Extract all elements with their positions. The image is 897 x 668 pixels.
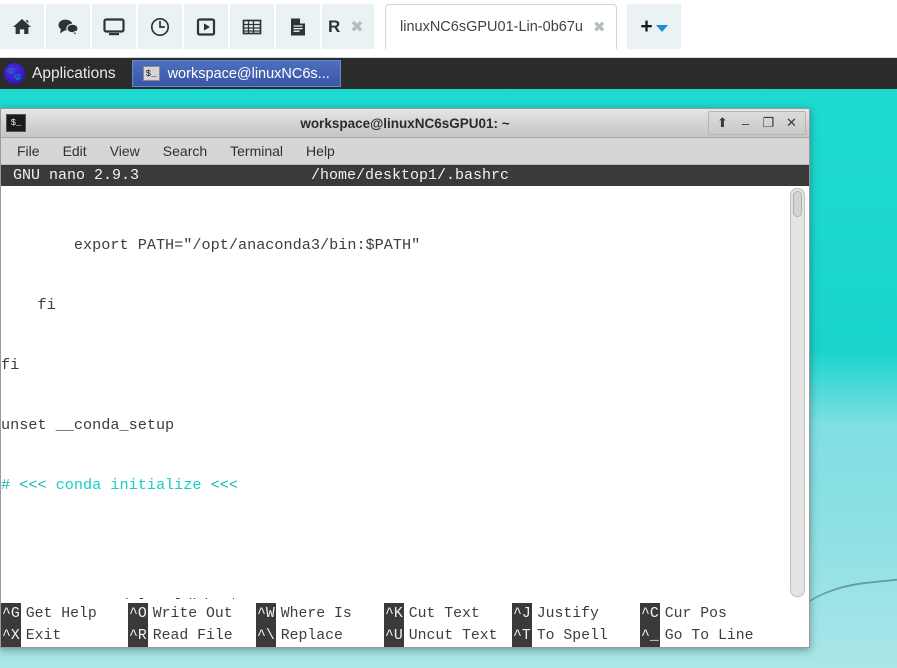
chat-icon <box>57 17 79 37</box>
shortcut-go-to-line[interactable]: ^_ Go To Line <box>640 625 754 647</box>
applications-menu-button[interactable]: 🐾 Applications <box>0 58 126 89</box>
terminal-titlebar[interactable]: $_ workspace@linuxNC6sGPU01: ~ ⬆ – ❐ ✕ <box>1 109 809 138</box>
clock-icon-button[interactable] <box>138 4 184 49</box>
terminal-window: $_ workspace@linuxNC6sGPU01: ~ ⬆ – ❐ ✕ F… <box>0 108 810 648</box>
r-console-close-icon[interactable]: ✖ <box>340 4 374 49</box>
shortcut-justify[interactable]: ^J Justify <box>512 603 640 625</box>
menu-file[interactable]: File <box>9 141 48 161</box>
menu-help[interactable]: Help <box>298 141 343 161</box>
play-box-icon-button[interactable] <box>184 4 230 49</box>
document-tab-close-icon[interactable]: ✖ <box>593 18 606 36</box>
terminal-app-icon: $_ <box>6 114 26 132</box>
code-line: unset __conda_setup <box>1 416 175 434</box>
shortcut-to-spell[interactable]: ^T To Spell <box>512 625 640 647</box>
nano-shortcut-bar: ^G Get Help ^O Write Out ^W Where Is ^K Cut … <box>1 603 785 647</box>
nano-scrollbar[interactable] <box>790 188 805 597</box>
table-icon <box>242 17 262 37</box>
menu-view[interactable]: View <box>102 141 148 161</box>
code-line-comment: # <<< conda initialize <<< <box>1 475 785 495</box>
maximize-button[interactable]: ❐ <box>758 113 779 133</box>
comment-suffix: <<< <box>201 476 238 494</box>
monitor-icon-button[interactable] <box>92 4 138 49</box>
window-controls: ⬆ – ❐ ✕ <box>708 111 806 135</box>
shortcut-cur-pos[interactable]: ^C Cur Pos <box>640 603 727 625</box>
nano-shortcut-row-2: ^X Exit ^R Read File ^\ Replace ^U Uncut Tex… <box>1 625 785 647</box>
taskbar-window-label: workspace@linuxNC6s... <box>167 65 330 82</box>
applications-menu-label: Applications <box>32 64 116 82</box>
nano-scrollbar-thumb[interactable] <box>793 191 802 217</box>
clock-icon <box>150 17 170 37</box>
document-tab[interactable]: linuxNC6sGPU01-Lin-0b67u ✖ <box>385 4 617 49</box>
plus-icon: + <box>640 15 653 38</box>
home-icon-button[interactable] <box>0 4 46 49</box>
comment-prefix: # <<< <box>1 476 56 494</box>
menu-search[interactable]: Search <box>155 141 215 161</box>
shortcut-exit[interactable]: ^X Exit <box>1 625 128 647</box>
nano-header-bar: GNU nano 2.9.3 /home/desktop1/.bashrc <box>1 165 809 186</box>
terminal-content[interactable]: GNU nano 2.9.3 /home/desktop1/.bashrc ex… <box>1 165 809 647</box>
table-icon-button[interactable] <box>230 4 276 49</box>
shortcut-read-file[interactable]: ^R Read File <box>128 625 256 647</box>
document-icon-button[interactable] <box>276 4 322 49</box>
rstudio-toolbar: R ✖ linuxNC6sGPU01-Lin-0b67u ✖ + <box>0 0 897 58</box>
close-button[interactable]: ✕ <box>781 113 802 133</box>
chat-icon-button[interactable] <box>46 4 92 49</box>
terminal-icon: $_ <box>142 66 160 81</box>
xfce-mouse-icon: 🐾 <box>4 63 25 84</box>
terminal-title: workspace@linuxNC6sGPU01: ~ <box>300 115 510 131</box>
chevron-down-icon <box>655 25 668 32</box>
shortcut-uncut-text[interactable]: ^U Uncut Text <box>384 625 512 647</box>
comment-keyword: conda initialize <box>55 476 202 494</box>
minimize-button[interactable]: – <box>735 113 756 133</box>
menu-terminal[interactable]: Terminal <box>222 141 291 161</box>
xfce-panel: 🐾 Applications $_ workspace@linuxNC6s... <box>0 58 897 89</box>
shortcut-write-out[interactable]: ^O Write Out <box>128 603 256 625</box>
shortcut-replace[interactable]: ^\ Replace <box>256 625 384 647</box>
nano-shortcut-row-1: ^G Get Help ^O Write Out ^W Where Is ^K Cut … <box>1 603 785 625</box>
document-tab-title: linuxNC6sGPU01-Lin-0b67u <box>400 19 583 35</box>
code-line: fi <box>1 296 56 314</box>
shade-button[interactable]: ⬆ <box>712 113 733 133</box>
home-icon <box>12 17 32 37</box>
document-icon <box>289 17 307 37</box>
shortcut-where-is[interactable]: ^W Where Is <box>256 603 384 625</box>
code-line: export PATH=~/.local/bin:$PATH <box>1 595 785 599</box>
play-box-icon <box>196 17 216 37</box>
new-tab-button[interactable]: + <box>627 4 681 49</box>
shortcut-get-help[interactable]: ^G Get Help <box>1 603 128 625</box>
terminal-menubar: File Edit View Search Terminal Help <box>1 138 809 165</box>
nano-filename-label: /home/desktop1/.bashrc <box>311 166 510 184</box>
nano-version-label: GNU nano 2.9.3 <box>13 166 140 184</box>
desktop-area: 🐾 Applications $_ workspace@linuxNC6s...… <box>0 58 897 668</box>
shortcut-cut-text[interactable]: ^K Cut Text <box>384 603 512 625</box>
menu-edit[interactable]: Edit <box>55 141 95 161</box>
monitor-icon <box>103 17 125 37</box>
code-line: export PATH="/opt/anaconda3/bin:$PATH" <box>1 236 421 254</box>
taskbar-window-button[interactable]: $_ workspace@linuxNC6s... <box>131 60 341 87</box>
code-line: fi <box>1 356 20 374</box>
nano-editor-text[interactable]: export PATH="/opt/anaconda3/bin:$PATH" f… <box>1 186 785 599</box>
